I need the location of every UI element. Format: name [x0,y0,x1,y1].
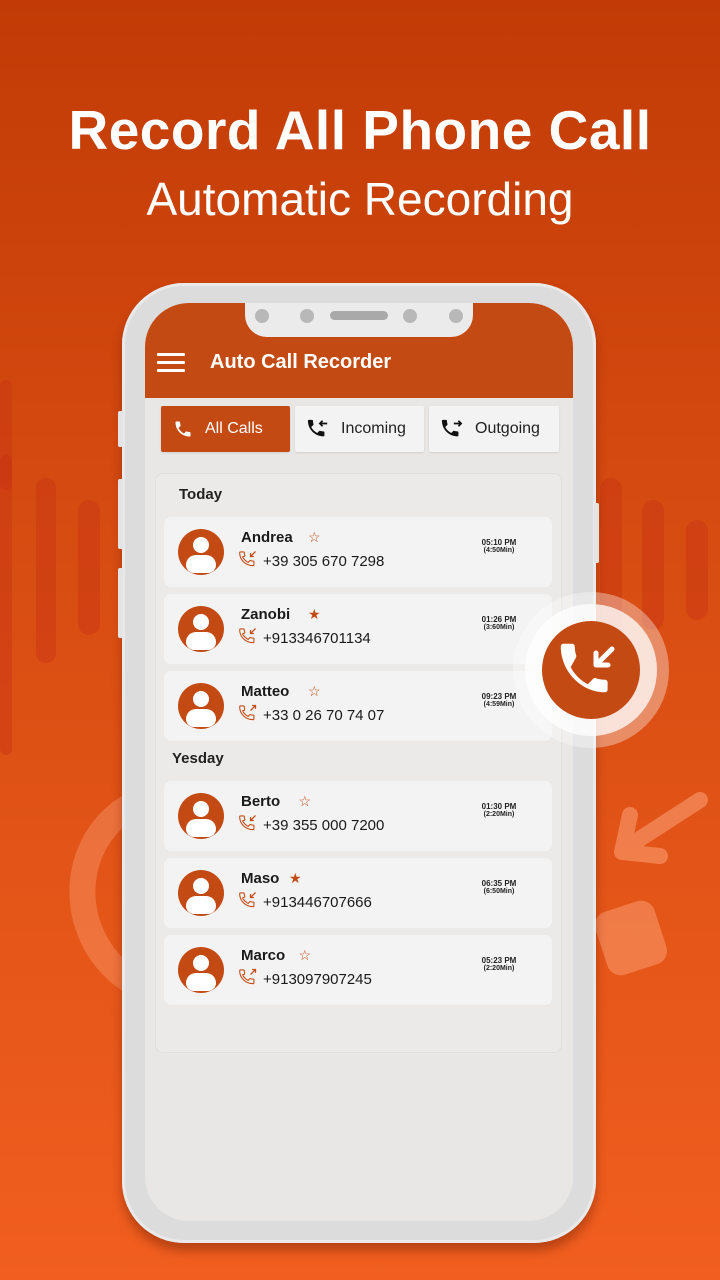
app-title: Auto Call Recorder [210,351,392,373]
tab-label: Outgoing [475,420,540,437]
phone-number: +913097907245 [263,971,372,988]
call-list-item[interactable]: Marco ☆ +913097907245 05:23 PM (2:20Min) [164,935,552,1005]
incoming-call-icon [560,643,615,693]
call-time: 01:26 PM [481,615,517,624]
contact-name: Zanobi [241,606,291,623]
avatar-icon [178,870,224,916]
contact-name: Andrea [241,529,293,546]
call-duration: (6:50Min) [483,888,515,895]
call-time: 01:30 PM [481,802,517,811]
phone-icon [175,421,191,437]
avatar-icon [178,947,224,993]
phone-mockup: Auto Call Recorder All Calls Incoming Ou… [118,283,599,1243]
call-duration: (4:50Min) [483,547,515,554]
phone-number: +39 355 000 7200 [263,817,385,834]
outgoing-call-icon [239,968,257,985]
phone-number: +913346701134 [263,630,371,647]
contact-name: Marco [241,947,286,964]
call-list: Today Andrea ☆ +39 305 670 7298 05:10 PM (4:5… [155,473,562,1053]
earpiece-speaker [330,311,388,320]
incoming-call-icon [307,419,328,437]
call-timestamp: 05:10 PM (4:50Min) [469,539,529,555]
call-list-item[interactable]: Maso ★ +913446707666 06:35 PM (6:50Min) [164,858,552,928]
tab-all-calls[interactable]: All Calls [161,406,290,452]
call-duration: (2:20Min) [483,811,515,818]
avatar-icon [178,683,224,729]
star-filled-icon[interactable]: ★ [308,606,321,623]
phone-screen: Auto Call Recorder All Calls Incoming Ou… [145,303,573,1221]
call-list-item[interactable]: Zanobi ★ +913346701134 01:26 PM (3:60Min) [164,594,552,664]
tab-label: All Calls [205,420,263,437]
deco-wave-bar [686,520,708,620]
app-bar: Auto Call Recorder [145,303,573,398]
deco-wave-bar [0,455,12,755]
contact-name: Berto [241,793,281,810]
call-list-item[interactable]: Berto ☆ +39 355 000 7200 01:30 PM (2:20Min) [164,781,552,851]
side-button [118,479,123,549]
call-time: 05:10 PM [481,538,517,547]
sensor-dot [300,309,314,323]
deco-wave-bar [642,500,664,630]
outgoing-call-icon [441,419,463,437]
deco-wave-bar [36,478,56,663]
contact-name: Maso [241,870,280,887]
section-header: Yesday [172,750,224,767]
outgoing-call-icon [239,704,257,721]
avatar-icon [178,529,224,575]
call-filter-tabs: All Calls Incoming Outgoing [161,406,559,452]
camera-dot [255,309,269,323]
tab-label: Incoming [341,420,406,437]
section-header: Today [179,486,223,503]
phone-notch [245,303,473,337]
call-list-item[interactable]: Andrea ☆ +39 305 670 7298 05:10 PM (4:50Min) [164,517,552,587]
side-button [118,568,123,638]
call-duration: (2:20Min) [483,965,515,972]
call-timestamp: 01:30 PM (2:20Min) [469,803,529,819]
star-outline-icon[interactable]: ☆ [308,683,321,700]
call-duration: (3:60Min) [483,624,515,631]
star-outline-icon[interactable]: ☆ [299,793,312,810]
star-outline-icon[interactable]: ☆ [308,529,321,546]
promo-subheadline: Automatic Recording [146,173,574,225]
call-timestamp: 06:35 PM (6:50Min) [469,880,529,896]
deco-arrow-icon [614,792,708,864]
side-button [594,503,599,563]
call-time: 06:35 PM [481,879,517,888]
call-time: 09:23 PM [481,692,517,701]
side-button [118,411,123,447]
deco-wave-bar [78,500,100,635]
hamburger-menu-icon[interactable] [157,353,185,373]
sensor-dot [403,309,417,323]
tab-outgoing[interactable]: Outgoing [429,406,559,452]
phone-number: +913446707666 [263,894,372,911]
phone-number: +39 305 670 7298 [263,553,385,570]
star-outline-icon[interactable]: ☆ [299,947,312,964]
incoming-call-icon [239,892,256,908]
call-list-item[interactable]: Matteo ☆ +33 0 26 70 74 07 09:23 PM (4:59Min… [164,671,552,741]
deco-blob [591,897,671,979]
incoming-call-icon [239,815,256,831]
tab-incoming[interactable]: Incoming [295,406,424,452]
sensor-dot [449,309,463,323]
star-filled-icon[interactable]: ★ [289,870,302,887]
incoming-record-button[interactable] [542,621,640,719]
call-time: 05:23 PM [481,956,517,965]
incoming-call-icon [239,551,256,567]
call-timestamp: 05:23 PM (2:20Min) [469,957,529,973]
incoming-call-icon [239,628,256,644]
phone-number: +33 0 26 70 74 07 [263,707,385,724]
avatar-icon [178,793,224,839]
contact-name: Matteo [241,683,290,700]
call-timestamp: 01:26 PM (3:60Min) [469,616,529,632]
avatar-icon [178,606,224,652]
promo-headline: Record All Phone Call [68,99,652,161]
